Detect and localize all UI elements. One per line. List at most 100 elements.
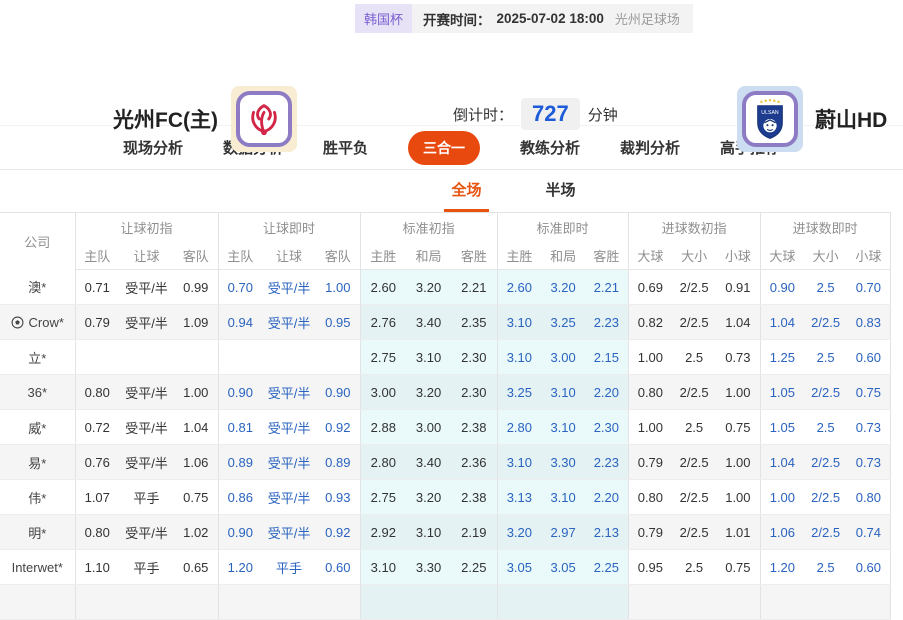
odds-cell-standard_initial: 2.38 [451, 480, 497, 515]
sub-header-goals_initial-0: 大球 [628, 243, 672, 270]
tab-coach-analysis[interactable]: 教练分析 [520, 137, 580, 158]
odds-cell-standard_initial: 3.20 [406, 375, 451, 410]
odds-cell-handicap_initial: 受平/半 [119, 270, 174, 305]
company-cell[interactable]: 易* [0, 445, 75, 480]
tab-referee-analysis[interactable]: 裁判分析 [620, 137, 680, 158]
countdown: 倒计时： 727 分钟 [453, 98, 618, 130]
table-row: Interwet*1.10平手0.651.20平手0.603.103.302.2… [0, 550, 890, 585]
odds-cell-standard_live: 3.13 [497, 480, 541, 515]
odds-cell-goals_live: 0.70 [847, 270, 890, 305]
odds-cell-goals_live: 2/2.5 [804, 515, 847, 550]
odds-cell-goals_initial: 0.73 [716, 340, 760, 375]
odds-cell [262, 585, 316, 620]
tab-win-draw-lose[interactable]: 胜平负 [323, 137, 368, 158]
period-subtabs: 全场 半场 [62, 170, 903, 212]
odds-cell-handicap_live: 0.90 [316, 375, 360, 410]
company-cell[interactable]: 立* [0, 340, 75, 375]
odds-cell-goals_live: 0.60 [847, 340, 890, 375]
sub-header-handicap_initial-0: 主队 [75, 243, 119, 270]
odds-cell [847, 585, 890, 620]
home-team-logo [231, 86, 297, 152]
soccer-ball-icon [11, 316, 24, 329]
odds-cell-handicap_live: 受平/半 [262, 410, 316, 445]
odds-cell-goals_initial: 1.04 [716, 305, 760, 340]
odds-cell-handicap_initial: 0.65 [174, 550, 218, 585]
odds-cell-handicap_live: 受平/半 [262, 305, 316, 340]
away-team-logo: ULSAN [737, 86, 803, 152]
company-cell[interactable]: Interwet* [0, 550, 75, 585]
company-cell[interactable]: 明* [0, 515, 75, 550]
odds-cell-standard_live: 3.30 [541, 445, 585, 480]
odds-cell-handicap_initial: 受平/半 [119, 515, 174, 550]
company-cell[interactable]: 36* [0, 375, 75, 410]
team-header: 光州FC(主) 倒计时： 727 分钟 [0, 40, 903, 125]
odds-cell-standard_initial: 3.40 [406, 445, 451, 480]
odds-cell-goals_initial: 1.00 [716, 445, 760, 480]
odds-cell-handicap_initial: 0.71 [75, 270, 119, 305]
tab-three-in-one[interactable]: 三合一 [408, 131, 480, 165]
odds-cell-handicap_live: 0.81 [218, 410, 262, 445]
odds-cell [218, 585, 262, 620]
odds-cell-goals_initial: 0.79 [628, 445, 672, 480]
odds-cell-handicap_initial: 0.76 [75, 445, 119, 480]
odds-cell-handicap_initial: 1.10 [75, 550, 119, 585]
odds-cell-goals_live: 2.5 [804, 340, 847, 375]
company-cell[interactable]: 澳* [0, 270, 75, 305]
odds-cell-goals_initial: 2.5 [672, 340, 716, 375]
sub-header-standard_live-2: 客胜 [585, 243, 628, 270]
odds-cell-goals_live: 1.05 [760, 410, 804, 445]
odds-cell-handicap_live: 受平/半 [262, 445, 316, 480]
company-cell[interactable]: 威* [0, 410, 75, 445]
odds-cell-handicap_initial: 平手 [119, 550, 174, 585]
odds-cell-standard_initial: 2.21 [451, 270, 497, 305]
odds-cell-standard_live: 3.10 [541, 480, 585, 515]
odds-cell [174, 585, 218, 620]
odds-cell-handicap_initial [119, 340, 174, 375]
odds-cell-goals_live: 2/2.5 [804, 305, 847, 340]
odds-cell [804, 585, 847, 620]
odds-cell-standard_live: 2.97 [541, 515, 585, 550]
odds-cell-standard_initial: 2.75 [360, 340, 406, 375]
odds-cell-handicap_initial: 受平/半 [119, 410, 174, 445]
odds-cell [119, 585, 174, 620]
odds-cell-handicap_live: 受平/半 [262, 375, 316, 410]
odds-cell-standard_live: 3.10 [497, 340, 541, 375]
sub-header-handicap_live-2: 客队 [316, 243, 360, 270]
odds-cell-goals_live: 1.04 [760, 445, 804, 480]
odds-cell [497, 585, 541, 620]
odds-cell-standard_initial: 2.80 [360, 445, 406, 480]
company-cell[interactable]: 伟* [0, 480, 75, 515]
odds-cell [628, 585, 672, 620]
odds-cell-standard_initial: 2.36 [451, 445, 497, 480]
odds-cell-standard_live: 3.20 [497, 515, 541, 550]
odds-cell-goals_initial: 2/2.5 [672, 515, 716, 550]
subtab-full-match[interactable]: 全场 [448, 179, 484, 212]
company-cell[interactable]: Crow* [0, 305, 75, 340]
odds-cell-goals_initial: 1.00 [628, 410, 672, 445]
odds-cell-handicap_initial: 0.75 [174, 480, 218, 515]
odds-cell [75, 585, 119, 620]
odds-cell-standard_live: 3.25 [541, 305, 585, 340]
odds-cell-standard_live: 3.10 [541, 375, 585, 410]
odds-cell-goals_initial: 2/2.5 [672, 445, 716, 480]
table-row: 威*0.72受平/半1.040.81受平/半0.922.883.002.382.… [0, 410, 890, 445]
group-header-goals_live: 进球数即时 [760, 213, 890, 243]
odds-cell-standard_initial: 3.30 [406, 550, 451, 585]
sub-header-standard_initial-2: 客胜 [451, 243, 497, 270]
odds-cell-handicap_live: 0.89 [218, 445, 262, 480]
odds-cell-standard_live: 3.25 [497, 375, 541, 410]
group-header-handicap_live: 让球即时 [218, 213, 360, 243]
odds-cell-handicap_live: 0.90 [218, 515, 262, 550]
odds-cell-goals_initial: 0.82 [628, 305, 672, 340]
odds-cell-standard_live: 2.80 [497, 410, 541, 445]
away-team: ULSAN 蔚山HD [737, 86, 887, 152]
odds-cell-handicap_initial: 平手 [119, 480, 174, 515]
phoenix-emblem-icon [236, 91, 292, 147]
table-row: 36*0.80受平/半1.000.90受平/半0.903.003.202.303… [0, 375, 890, 410]
odds-cell-handicap_initial: 受平/半 [119, 375, 174, 410]
sub-header-handicap_live-1: 让球 [262, 243, 316, 270]
odds-cell-goals_initial: 2/2.5 [672, 375, 716, 410]
venue-name: 光州足球场 [615, 9, 680, 28]
group-header-handicap_initial: 让球初指 [75, 213, 218, 243]
subtab-half-match[interactable]: 半场 [543, 179, 579, 212]
